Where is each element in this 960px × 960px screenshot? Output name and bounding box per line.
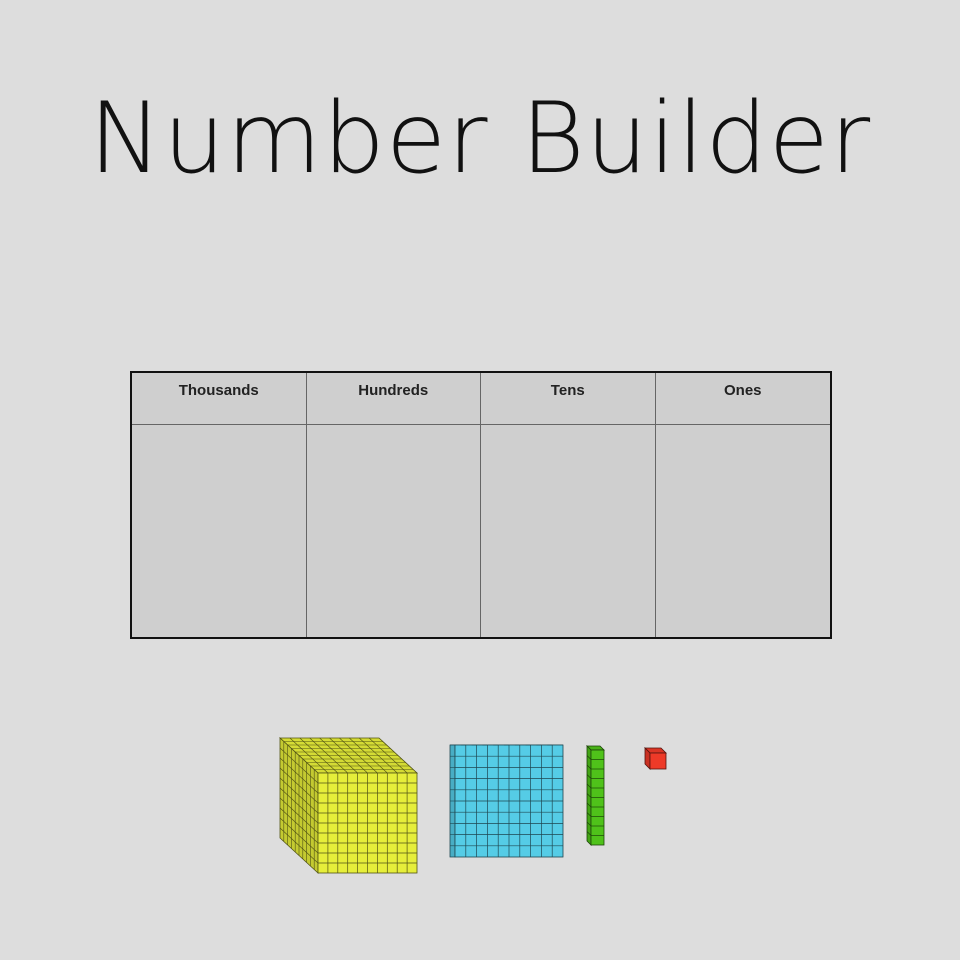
ones-unit-block[interactable] [644,747,667,770]
tens-rod-block[interactable] [586,745,605,846]
base-ten-blocks [278,737,667,874]
hundreds-flat-block[interactable] [449,744,564,858]
thousands-cube-block[interactable] [278,737,419,874]
